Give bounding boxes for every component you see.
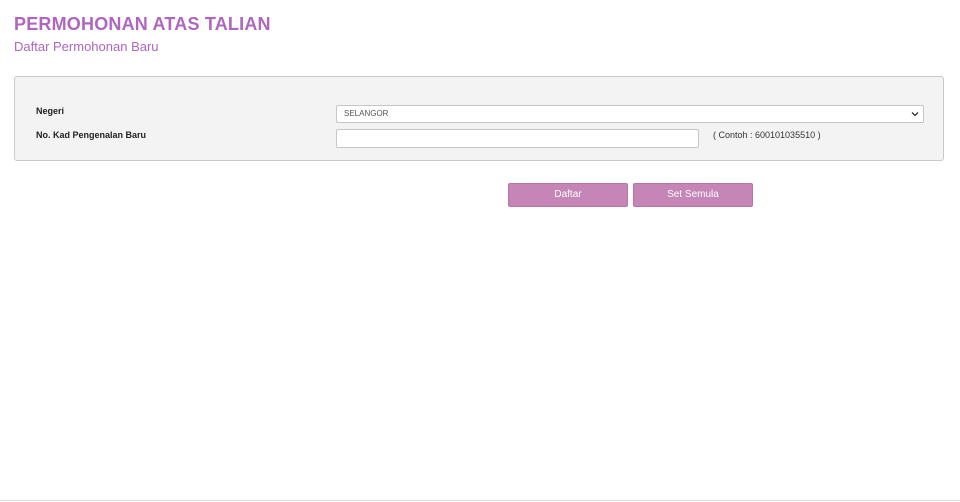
ic-number-input[interactable] [336, 129, 699, 148]
ic-number-label: No. Kad Pengenalan Baru [36, 130, 147, 140]
reset-button[interactable]: Set Semula [633, 183, 753, 207]
daftar-button[interactable]: Daftar [508, 183, 628, 207]
negeri-select[interactable]: SELANGOR [336, 105, 924, 123]
page-subtitle: Daftar Permohonan Baru [14, 39, 159, 54]
chevron-down-icon [911, 112, 919, 117]
application-form-panel: Negeri SELANGOR No. Kad Pengenalan Baru … [14, 76, 944, 161]
page-title: PERMOHONAN ATAS TALIAN [14, 14, 271, 34]
ic-number-hint: ( Contoh : 600101035510 ) [713, 130, 821, 140]
negeri-selected-value: SELANGOR [344, 109, 389, 118]
negeri-label: Negeri [36, 106, 65, 116]
bottom-divider [0, 500, 960, 501]
